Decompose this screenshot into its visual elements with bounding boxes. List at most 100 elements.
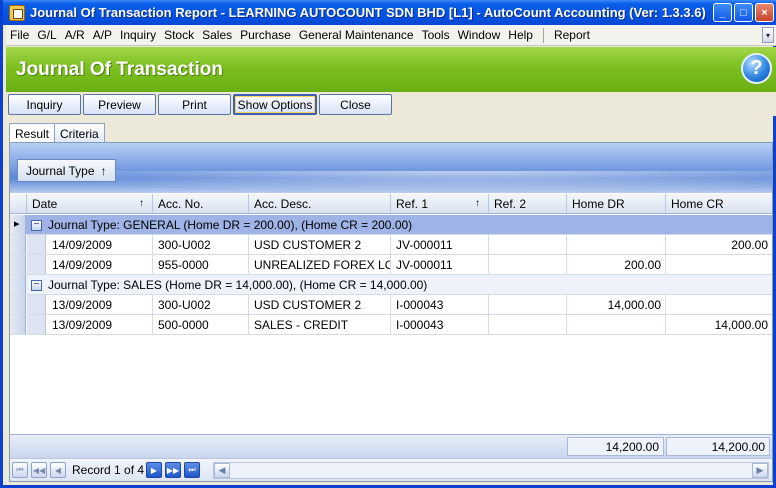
sort-ascending-icon: ↑ (100, 163, 107, 178)
horizontal-scrollbar[interactable]: ◀ ▶ (213, 462, 769, 479)
collapse-icon[interactable]: − (31, 220, 42, 231)
app-window: Journal Of Transaction Report - LEARNING… (0, 0, 776, 488)
sort-ascending-icon: ↑ (139, 198, 144, 209)
cell-ref1: I-000043 (391, 295, 489, 314)
menu-tools[interactable]: Tools (418, 28, 454, 42)
table-row[interactable]: 14/09/2009 300-U002 USD CUSTOMER 2 JV-00… (10, 235, 772, 255)
result-panel: Journal Type ↑ Date ↑ Acc. No. Acc. Desc… (9, 142, 773, 482)
cell-ref2 (489, 255, 567, 274)
previous-record-icon[interactable]: ◀ (50, 462, 66, 478)
menu-ap[interactable]: A/P (89, 28, 116, 42)
maximize-button[interactable]: □ (734, 3, 753, 22)
cell-home-dr (567, 315, 666, 334)
group-indent (27, 235, 46, 254)
last-record-icon[interactable]: ⏭ (184, 462, 200, 478)
cell-acc-desc: UNREALIZED FOREX LOSS (249, 255, 391, 274)
menu-bar: File G/L A/R A/P Inquiry Stock Sales Pur… (6, 25, 776, 46)
cell-acc-no: 955-0000 (153, 255, 249, 274)
menu-stock[interactable]: Stock (160, 28, 198, 42)
cell-home-cr: 14,000.00 (714, 317, 768, 332)
column-acc-desc[interactable]: Acc. Desc. (249, 194, 391, 213)
menu-general-maintenance[interactable]: General Maintenance (295, 28, 418, 42)
group-row-sales[interactable]: − Journal Type: SALES (Home DR = 14,000.… (10, 275, 772, 295)
cell-acc-desc: USD CUSTOMER 2 (249, 295, 391, 314)
cell-ref1: JV-000011 (391, 255, 489, 274)
previous-page-icon[interactable]: ◀◀ (31, 462, 47, 478)
grid-footer-totals: 14,200.00 14,200.00 (10, 434, 772, 458)
page-title: Journal Of Transaction (16, 59, 223, 80)
group-label: Journal Type: GENERAL (Home DR = 200.00)… (48, 218, 413, 232)
group-indent (27, 295, 46, 314)
title-bar[interactable]: Journal Of Transaction Report - LEARNING… (3, 0, 776, 25)
toolbar: Inquiry Preview Print Show Options Close (6, 92, 776, 116)
column-home-dr[interactable]: Home DR (567, 194, 666, 213)
tab-result[interactable]: Result (9, 123, 56, 144)
collapse-icon[interactable]: − (31, 280, 42, 291)
menu-sales[interactable]: Sales (198, 28, 236, 42)
column-ref1-label: Ref. 1 (396, 196, 429, 211)
row-indicator (10, 315, 26, 334)
row-indicator (10, 275, 26, 294)
menu-ar[interactable]: A/R (61, 28, 89, 42)
menu-gl[interactable]: G/L (33, 28, 60, 42)
chevron-down-icon[interactable]: ▾ (762, 27, 774, 43)
record-position: Record 1 of 4 (72, 463, 145, 477)
preview-button[interactable]: Preview (83, 94, 156, 115)
next-page-icon[interactable]: ▶▶ (165, 462, 181, 478)
table-row[interactable]: 14/09/2009 955-0000 UNREALIZED FOREX LOS… (10, 255, 772, 275)
grid-header: Date ↑ Acc. No. Acc. Desc. Ref. 1 ↑ Ref.… (10, 194, 772, 214)
cell-home-dr (567, 235, 666, 254)
inquiry-button[interactable]: Inquiry (8, 94, 81, 115)
cell-ref2 (489, 235, 567, 254)
cell-ref2 (489, 315, 567, 334)
scroll-right-icon[interactable]: ▶ (752, 463, 768, 478)
row-indicator (10, 215, 26, 234)
cell-home-dr: 200.00 (567, 255, 666, 274)
column-ref1[interactable]: Ref. 1 ↑ (391, 194, 489, 213)
window-controls: _ □ × (713, 3, 774, 22)
column-date[interactable]: Date ↑ (27, 194, 153, 213)
cell-ref1: I-000043 (391, 315, 489, 334)
sort-ascending-icon: ↑ (475, 198, 480, 209)
scroll-left-icon[interactable]: ◀ (214, 463, 230, 478)
minimize-button[interactable]: _ (713, 3, 732, 22)
menu-file[interactable]: File (6, 28, 33, 42)
cell-date: 13/09/2009 (47, 315, 153, 334)
column-date-label: Date (32, 196, 58, 211)
table-row[interactable]: 13/09/2009 300-U002 USD CUSTOMER 2 I-000… (10, 295, 772, 315)
cell-date: 14/09/2009 (47, 235, 153, 254)
group-chip-journal-type[interactable]: Journal Type ↑ (17, 159, 116, 182)
cell-acc-desc: SALES - CREDIT (249, 315, 391, 334)
next-record-icon[interactable]: ▶ (146, 462, 162, 478)
menu-purchase[interactable]: Purchase (236, 28, 295, 42)
cell-date: 13/09/2009 (47, 295, 153, 314)
close-window-button[interactable]: × (755, 3, 774, 22)
total-home-cr: 14,200.00 (666, 437, 770, 456)
cell-ref2 (489, 295, 567, 314)
group-row-general[interactable]: − Journal Type: GENERAL (Home DR = 200.0… (10, 215, 772, 235)
print-button[interactable]: Print (158, 94, 231, 115)
cell-home-cr (666, 295, 772, 314)
column-home-cr[interactable]: Home CR (666, 194, 772, 213)
group-indent (27, 315, 46, 334)
window-title: Journal Of Transaction Report - LEARNING… (30, 5, 706, 20)
app-icon (9, 4, 25, 21)
menu-help[interactable]: Help (504, 28, 537, 42)
row-indicator (10, 295, 26, 314)
help-icon[interactable]: ? (741, 53, 772, 84)
menu-inquiry[interactable]: Inquiry (116, 28, 160, 42)
tab-criteria[interactable]: Criteria (54, 123, 105, 143)
menu-report[interactable]: Report (550, 28, 594, 42)
first-record-icon[interactable]: ⏮ (12, 462, 28, 478)
cell-acc-desc: USD CUSTOMER 2 (249, 235, 391, 254)
menu-window[interactable]: Window (454, 28, 505, 42)
column-acc-no[interactable]: Acc. No. (153, 194, 249, 213)
show-options-button[interactable]: Show Options (233, 94, 317, 115)
close-button[interactable]: Close (319, 94, 392, 115)
cell-acc-no: 300-U002 (153, 235, 249, 254)
table-row[interactable]: 13/09/2009 500-0000 SALES - CREDIT I-000… (10, 315, 772, 335)
row-indicator (10, 235, 26, 254)
header-indicator (10, 194, 27, 213)
group-by-panel: Journal Type ↑ (10, 143, 772, 193)
column-ref2[interactable]: Ref. 2 (489, 194, 567, 213)
